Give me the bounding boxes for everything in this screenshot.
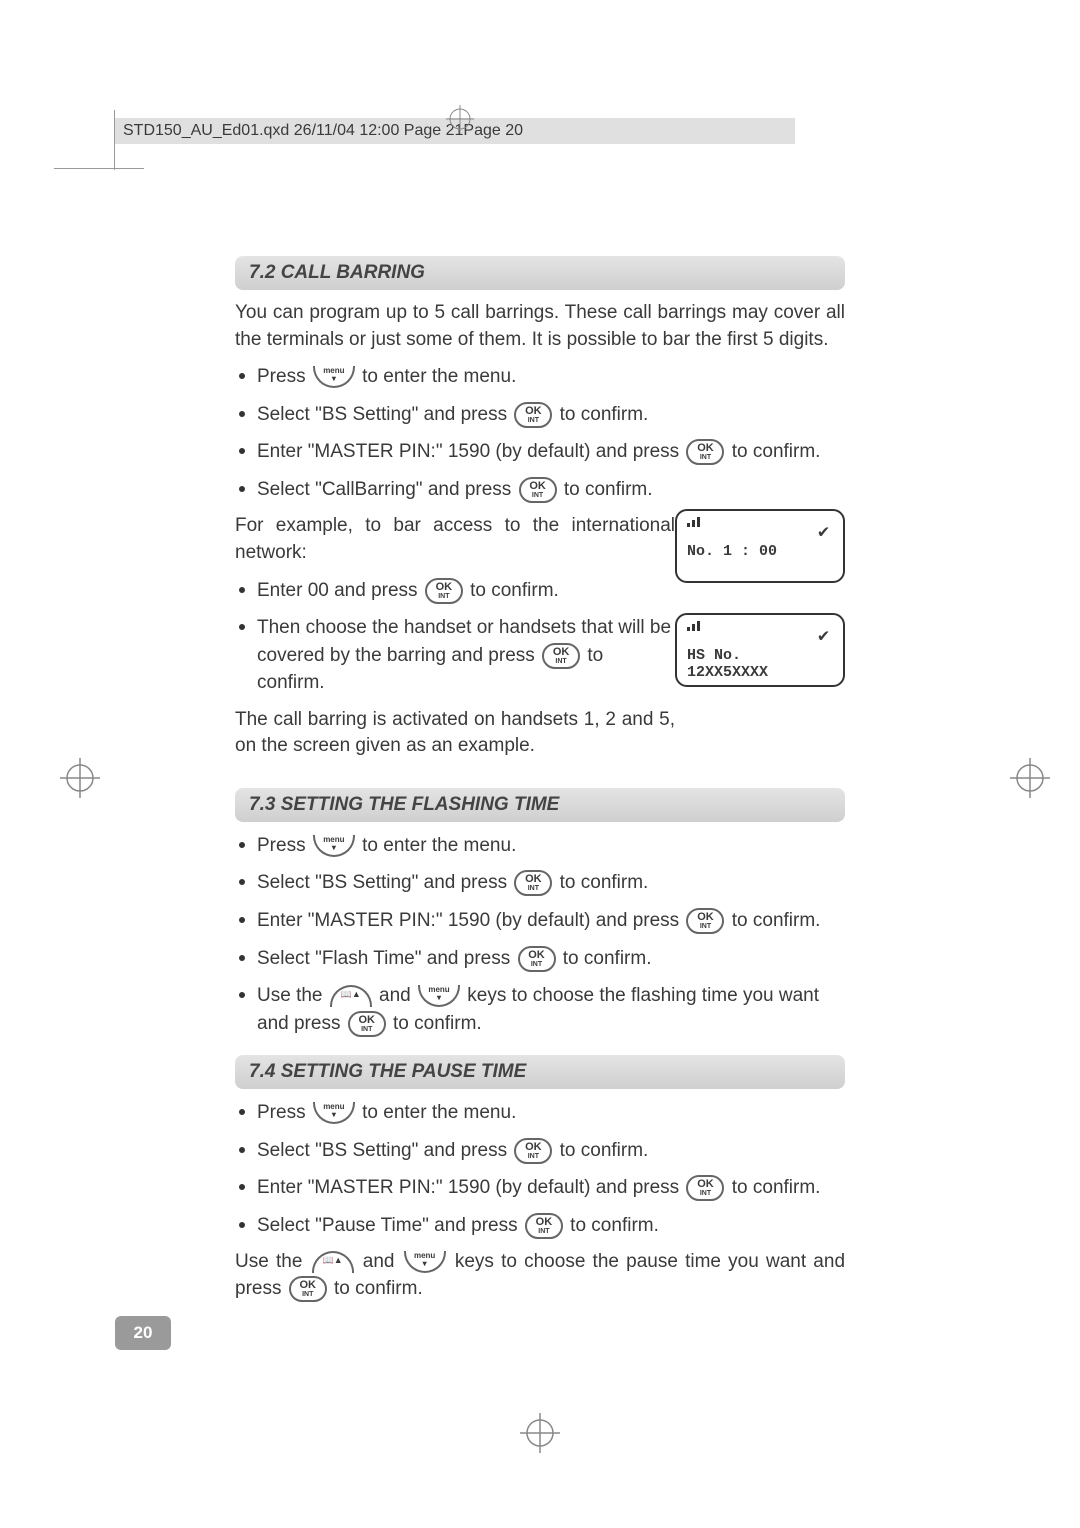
list-item: Enter "MASTER PIN:" 1590 (by default) an… [235,907,845,935]
ok-button-icon: OKINT [686,1175,724,1201]
lcd-screen-1: ✔ No. 1 : 00 [675,509,845,583]
lcd-line: HS No. [687,647,833,664]
section-7-2-intro: You can program up to 5 call barrings. T… [235,300,845,353]
list-item: Use the 📖▲ and menu▾ keys to choose the … [235,982,845,1037]
registration-mark-bottom [520,1413,560,1458]
signal-icon [687,515,705,531]
example-result: The call barring is activated on handset… [235,707,675,760]
section-7-4-heading: 7.4 SETTING THE PAUSE TIME [235,1055,845,1089]
example-intro: For example, to bar access to the intern… [235,513,675,566]
list-item: Select "Pause Time" and press OKINT to c… [235,1212,845,1240]
list-item: Select "BS Setting" and press OKINT to c… [235,869,845,897]
list-item: Enter "MASTER PIN:" 1590 (by default) an… [235,1174,845,1202]
list-item: Press menu▾ to enter the menu. [235,363,845,391]
ok-button-icon: OKINT [348,1011,386,1037]
ok-button-icon: OKINT [525,1213,563,1239]
section-7-4-closing: Use the 📖▲ and menu▾ keys to choose the … [235,1249,845,1302]
ok-button-icon: OKINT [519,477,557,503]
list-item: Enter "MASTER PIN:" 1590 (by default) an… [235,438,845,466]
dial-up-button-icon: 📖▲ [312,1251,354,1273]
ok-button-icon: OKINT [289,1276,327,1302]
lcd-line: No. 1 : 00 [687,543,833,560]
ok-button-icon: OKINT [425,578,463,604]
list-item: Select "BS Setting" and press OKINT to c… [235,401,845,429]
lcd-line: 12XX5XXXX [687,664,833,681]
page-number: 20 [115,1316,171,1350]
registration-mark-right [1010,758,1050,803]
menu-down-button-icon: menu▾ [418,985,460,1007]
ok-button-icon: OKINT [686,439,724,465]
section-7-2-heading: 7.2 CALL BARRING [235,256,845,290]
signal-icon [687,619,705,635]
lcd-screen-2: ✔ HS No. 12XX5XXXX [675,613,845,687]
list-item: Select "BS Setting" and press OKINT to c… [235,1137,845,1165]
ok-button-icon: OKINT [514,870,552,896]
section-7-3-steps: Press menu▾ to enter the menu. Select "B… [235,832,845,1037]
section-7-4-steps: Press menu▾ to enter the menu. Select "B… [235,1099,845,1239]
menu-down-button-icon: menu▾ [313,835,355,857]
menu-down-button-icon: menu▾ [404,1251,446,1273]
check-icon: ✔ [818,625,829,647]
list-item: Then choose the handset or handsets that… [235,614,675,697]
ok-button-icon: OKINT [514,1138,552,1164]
list-item: Press menu▾ to enter the menu. [235,832,845,860]
registration-mark-left [60,758,100,803]
section-7-2-steps: Press menu▾ to enter the menu. Select "B… [235,363,845,503]
check-icon: ✔ [818,521,829,543]
list-item: Select "Flash Time" and press OKINT to c… [235,945,845,973]
ok-button-icon: OKINT [518,946,556,972]
ok-button-icon: OKINT [686,908,724,934]
ok-button-icon: OKINT [514,402,552,428]
list-item: Select "CallBarring" and press OKINT to … [235,476,845,504]
file-header: STD150_AU_Ed01.qxd 26/11/04 12:00 Page 2… [115,118,795,144]
menu-down-button-icon: menu▾ [313,1102,355,1124]
section-7-3-heading: 7.3 SETTING THE FLASHING TIME [235,788,845,822]
menu-down-button-icon: menu▾ [313,366,355,388]
list-item: Press menu▾ to enter the menu. [235,1099,845,1127]
list-item: Enter 00 and press OKINT to confirm. [235,577,675,605]
dial-up-button-icon: 📖▲ [330,985,372,1007]
ok-button-icon: OKINT [542,643,580,669]
registration-mark-top [446,105,474,133]
